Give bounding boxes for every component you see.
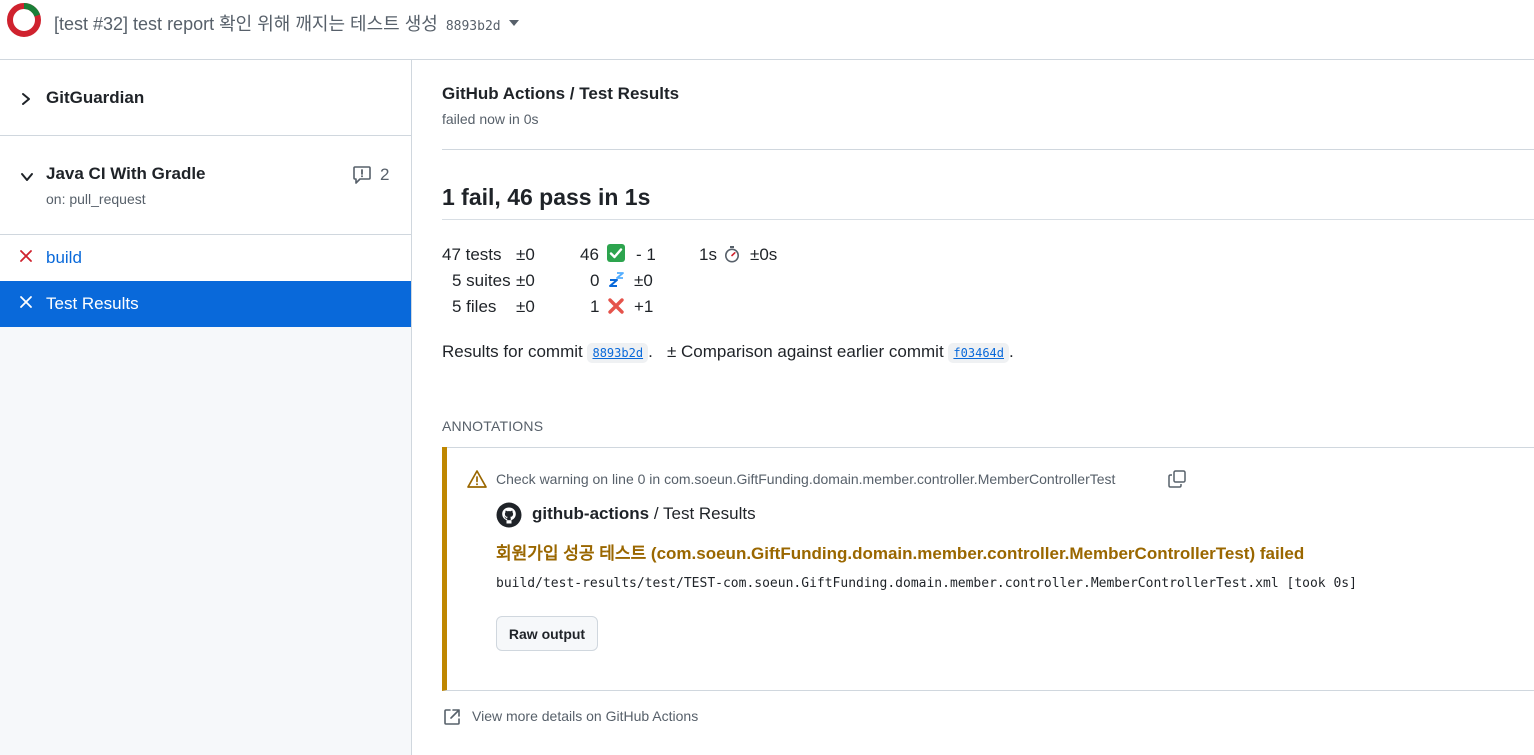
- stat-tests: 47 tests: [442, 245, 502, 264]
- raw-output-button[interactable]: Raw output: [496, 616, 598, 651]
- check-run-title: GitHub Actions / Test Results: [442, 84, 680, 103]
- divider: [442, 149, 1534, 150]
- checks-sidebar: GitGuardian Java CI With Gradle on: pull…: [0, 60, 412, 755]
- cross-mark-icon: [608, 298, 624, 314]
- workflow-name: Java CI With Gradle: [46, 164, 206, 183]
- comparison-label: ± Comparison against earlier commit: [666, 342, 944, 361]
- annotation-author: github-actions / Test Results: [532, 504, 756, 524]
- check-mark-icon: [607, 244, 625, 262]
- stat-skipped: 0: [590, 271, 600, 290]
- stat-failed-delta: +1: [634, 297, 654, 316]
- copy-icon[interactable]: [1167, 469, 1187, 489]
- sidebar-job-label: Test Results: [46, 294, 139, 313]
- stat-files: 5 files: [452, 297, 497, 316]
- earlier-commit-link[interactable]: f03464d: [948, 343, 1009, 363]
- sidebar-job-build[interactable]: build: [0, 235, 411, 281]
- check-status-ring-icon: [7, 3, 41, 37]
- annotation-item: Check warning on line 0 in com.soeun.Gif…: [442, 447, 1534, 691]
- comment-alert-icon: [353, 166, 371, 184]
- annotation-warning-text: Check warning on line 0 in com.soeun.Gif…: [496, 471, 1116, 487]
- more-details-text: View more details on GitHub Actions: [472, 708, 699, 724]
- sentence-period: .: [648, 342, 653, 361]
- check-run-details: GitHub Actions / Test Results failed now…: [412, 60, 1534, 755]
- chevron-down-icon: [21, 173, 33, 181]
- annotation-file-path: build/test-results/test/TEST-com.soeun.G…: [496, 576, 1357, 591]
- commit-link[interactable]: 8893b2d: [587, 343, 649, 363]
- sentence-period: .: [1009, 342, 1014, 361]
- stat-suites-delta: ±0: [516, 271, 535, 290]
- stat-duration-delta: ±0s: [750, 245, 778, 264]
- annotations-heading: ANNOTATIONS: [442, 418, 544, 434]
- sidebar-item-gitguardian[interactable]: GitGuardian: [0, 60, 411, 136]
- sidebar-job-label: build: [46, 248, 82, 267]
- annotation-count: 2: [380, 165, 390, 184]
- check-run-status: failed now in 0s: [442, 111, 539, 127]
- link-external-icon: [444, 709, 460, 725]
- commit-sha-selector[interactable]: 8893b2d: [446, 19, 501, 34]
- x-icon: [20, 250, 32, 262]
- stat-failed: 1: [590, 297, 600, 316]
- stat-skipped-delta: ±0: [634, 271, 653, 290]
- stopwatch-icon: [725, 246, 739, 263]
- page-title: [test #32] test report 확인 위해 깨지는 테스트 생성 8…: [54, 10, 519, 36]
- stat-passed: 46: [580, 245, 599, 264]
- author-suffix: / Test Results: [653, 504, 756, 523]
- stat-tests-delta: ±0: [516, 245, 535, 264]
- sidebar-item-label: GitGuardian: [46, 88, 145, 107]
- pr-title: [test #32] test report 확인 위해 깨지는 테스트 생성: [54, 14, 438, 34]
- caret-down-icon[interactable]: [508, 20, 519, 27]
- top-bar: [test #32] test report 확인 위해 깨지는 테스트 생성 8…: [0, 0, 1534, 60]
- stat-passed-delta: - 1: [636, 245, 656, 264]
- sidebar-workflow-java-ci[interactable]: Java CI With Gradle on: pull_request 2: [0, 136, 411, 235]
- x-icon: [20, 296, 32, 308]
- workflow-trigger: on: pull_request: [46, 191, 146, 207]
- stat-files-delta: ±0: [516, 297, 535, 316]
- zzz-icon: [609, 272, 624, 287]
- results-for-commit-label: Results for commit: [442, 342, 583, 361]
- stat-duration: 1s: [699, 245, 717, 264]
- github-logo-icon: [496, 502, 522, 528]
- commit-comparison-line: Results for commit 8893b2d. ± Comparison…: [442, 342, 1014, 363]
- annotation-title: 회원가입 성공 테스트 (com.soeun.GiftFunding.domai…: [496, 544, 1305, 563]
- author-name: github-actions: [532, 504, 650, 523]
- chevron-right-icon: [22, 93, 30, 105]
- sidebar-job-test-results[interactable]: Test Results: [0, 281, 411, 327]
- stat-suites: 5 suites: [452, 271, 511, 290]
- warning-icon: [467, 470, 487, 488]
- divider: [442, 219, 1534, 220]
- summary-heading: 1 fail, 46 pass in 1s: [442, 184, 651, 210]
